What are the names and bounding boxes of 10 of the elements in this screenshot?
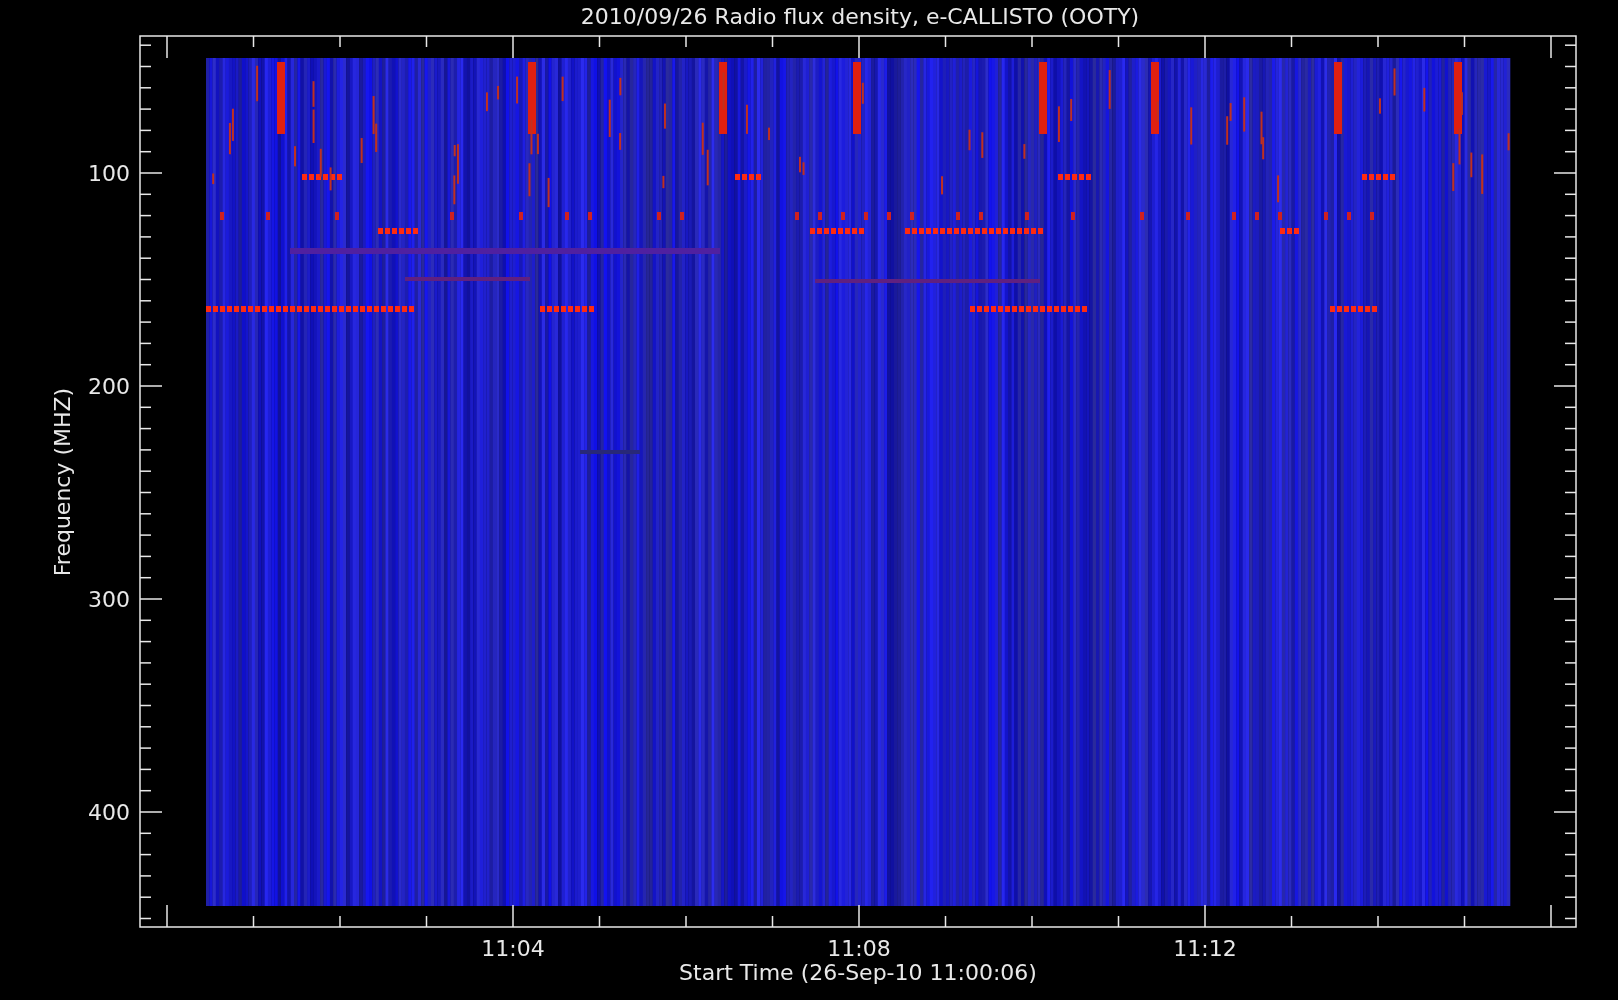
y-tick-label: 100 bbox=[88, 161, 130, 186]
y-axis-label: Frequency (MHZ) bbox=[50, 387, 75, 577]
y-tick-label: 400 bbox=[88, 800, 130, 825]
x-tick-label: 11:12 bbox=[1173, 936, 1237, 961]
y-tick-label: 300 bbox=[88, 587, 130, 612]
y-tick-label: 200 bbox=[88, 374, 130, 399]
x-axis-label: Start Time (26-Sep-10 11:00:06) bbox=[679, 960, 1037, 985]
x-tick-label: 11:08 bbox=[827, 936, 891, 961]
x-tick-label: 11:04 bbox=[481, 936, 545, 961]
chart-title: 2010/09/26 Radio flux density, e-CALLISTO (OOTY) bbox=[580, 4, 1140, 29]
